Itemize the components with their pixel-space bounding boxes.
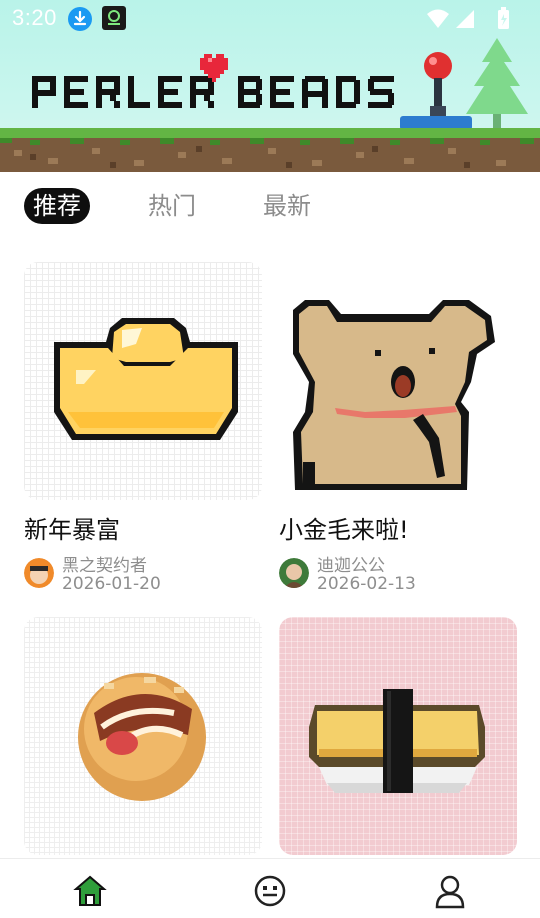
app-logo — [32, 54, 394, 108]
pattern-card[interactable] — [24, 617, 262, 855]
tab-latest[interactable]: 最新 — [263, 188, 311, 224]
tab-recommended[interactable]: 推荐 — [24, 188, 90, 224]
author-name[interactable]: 迪迦公公 — [317, 551, 385, 576]
card-image-takoyaki[interactable] — [24, 617, 262, 855]
header-banner: 3:20 — [0, 0, 540, 172]
status-time: 3:20 — [12, 5, 57, 30]
category-tabs: 推荐 热门 最新 — [0, 172, 540, 240]
pixel-ground — [0, 128, 540, 172]
tree-icon — [466, 38, 528, 130]
home-icon — [73, 875, 107, 906]
nav-profile[interactable] — [432, 873, 468, 909]
pattern-card[interactable]: 新年暴富 黑之契约者 2026-01-20 — [24, 262, 262, 594]
nav-home[interactable] — [72, 873, 108, 909]
pattern-card[interactable] — [279, 617, 517, 855]
card-image-sushi[interactable] — [279, 617, 517, 855]
app-notification-icon — [102, 6, 126, 30]
takoyaki-illustration — [78, 673, 206, 801]
card-title[interactable]: 小金毛来啦! — [279, 510, 409, 545]
profile-icon — [435, 875, 465, 909]
card-image-gold-ingot[interactable] — [24, 262, 262, 500]
card-image-bear[interactable] — [279, 262, 517, 500]
author-avatar[interactable] — [24, 558, 54, 588]
status-bar: 3:20 — [0, 0, 540, 38]
system-status-icons — [427, 7, 509, 29]
pattern-card[interactable]: 小金毛来啦! 迪迦公公 2026-02-13 — [279, 262, 517, 594]
post-date: 2026-02-13 — [317, 574, 416, 594]
sushi-illustration — [309, 689, 485, 793]
download-icon — [68, 7, 92, 31]
bear-illustration — [293, 300, 495, 490]
author-avatar[interactable] — [279, 558, 309, 588]
tab-hot[interactable]: 热门 — [148, 188, 196, 224]
card-title[interactable]: 新年暴富 — [24, 510, 120, 545]
face-icon — [254, 875, 286, 907]
bottom-navigation — [0, 858, 540, 918]
gold-ingot-illustration — [54, 318, 238, 440]
nav-explore[interactable] — [252, 873, 288, 909]
author-name[interactable]: 黑之契约者 — [62, 551, 147, 576]
post-date: 2026-01-20 — [62, 574, 161, 594]
